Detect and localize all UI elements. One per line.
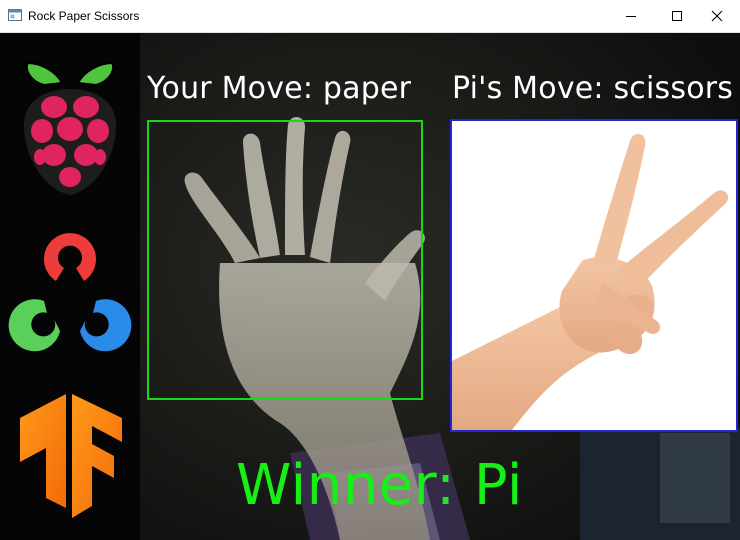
maximize-icon xyxy=(672,11,682,21)
raspberry-pi-logo xyxy=(23,61,117,195)
app-window: Rock Paper Scissors Your Move: paper Pi'… xyxy=(0,0,740,540)
title-bar[interactable]: Rock Paper Scissors xyxy=(0,0,740,33)
pi-move-frame xyxy=(450,119,738,432)
logo-sidebar xyxy=(0,33,140,540)
close-icon xyxy=(711,10,723,22)
window-title: Rock Paper Scissors xyxy=(28,9,140,23)
winner-label: Winner: Pi xyxy=(236,453,523,518)
tensorflow-logo xyxy=(20,394,122,518)
app-icon xyxy=(8,9,22,21)
pi-move-label: Pi's Move: scissors xyxy=(452,71,734,106)
minimize-icon xyxy=(626,16,636,17)
your-move-frame xyxy=(147,120,423,400)
close-button[interactable] xyxy=(694,0,740,32)
scissors-hand-image xyxy=(452,133,729,430)
your-move-label: Your Move: paper xyxy=(147,71,412,106)
game-canvas: Your Move: paper Pi's Move: scissors Win… xyxy=(0,33,740,540)
opencv-logo xyxy=(8,233,132,352)
minimize-button[interactable] xyxy=(608,0,654,32)
